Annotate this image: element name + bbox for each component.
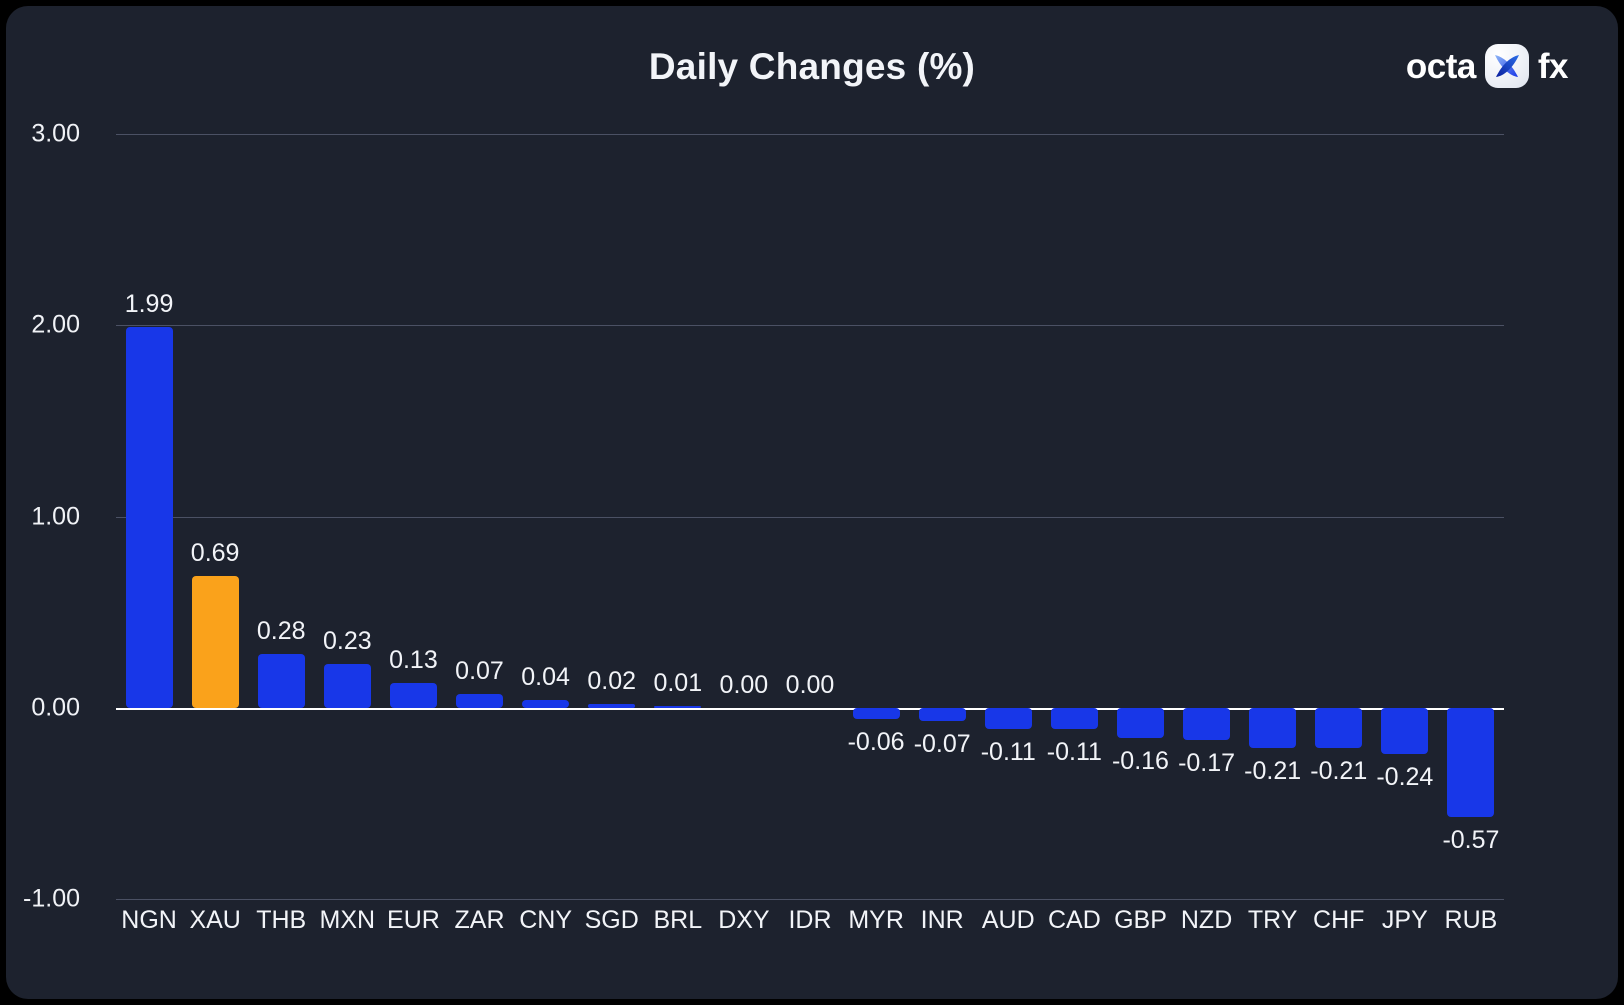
x-axis-label-rub: RUB — [1444, 906, 1498, 934]
x-axis-label-aud: AUD — [981, 906, 1035, 934]
x-axis-labels: NGN XAU THB MXN EUR ZAR CNY SGD BRL DXY IDR MYR INR A… — [116, 6, 1504, 999]
x-axis-label-gbp: GBP — [1114, 906, 1167, 934]
y-axis-tick-label: 3.00 — [31, 119, 80, 148]
x-axis-label-sgd: SGD — [584, 906, 639, 934]
x-axis-label-cad: CAD — [1047, 906, 1101, 934]
x-axis-label-eur: EUR — [387, 906, 440, 934]
x-axis-label-myr: MYR — [848, 906, 904, 934]
x-axis-label-try: TRY — [1247, 906, 1298, 934]
x-axis-label-inr: INR — [920, 906, 964, 934]
brand-word-fx: fx — [1537, 46, 1569, 86]
x-axis-label-jpy: JPY — [1381, 906, 1428, 934]
x-axis-label-ngn: NGN — [121, 906, 177, 934]
x-axis-label-idr: IDR — [788, 906, 832, 934]
x-axis-label-chf: CHF — [1313, 906, 1365, 934]
y-axis-tick-label: 1.00 — [31, 502, 80, 530]
x-axis-label-nzd: NZD — [1180, 906, 1233, 934]
x-axis-label-mxn: MXN — [319, 906, 376, 934]
x-axis-label-xau: XAU — [189, 906, 241, 934]
y-axis-tick-label: -1.00 — [23, 884, 80, 913]
x-axis-label-cny: CNY — [519, 906, 573, 934]
x-axis-label-brl: BRL — [653, 906, 703, 934]
y-axis-tick-label: 0.00 — [31, 693, 80, 722]
chart-card: Daily Changes (%) octa fx 3.00 2.00 1.00… — [6, 6, 1618, 999]
x-axis-label-dxy: DXY — [718, 906, 770, 934]
x-axis-label-thb: THB — [256, 906, 307, 934]
y-axis-tick-label: 2.00 — [31, 310, 80, 339]
x-axis-label-zar: ZAR — [454, 906, 505, 934]
